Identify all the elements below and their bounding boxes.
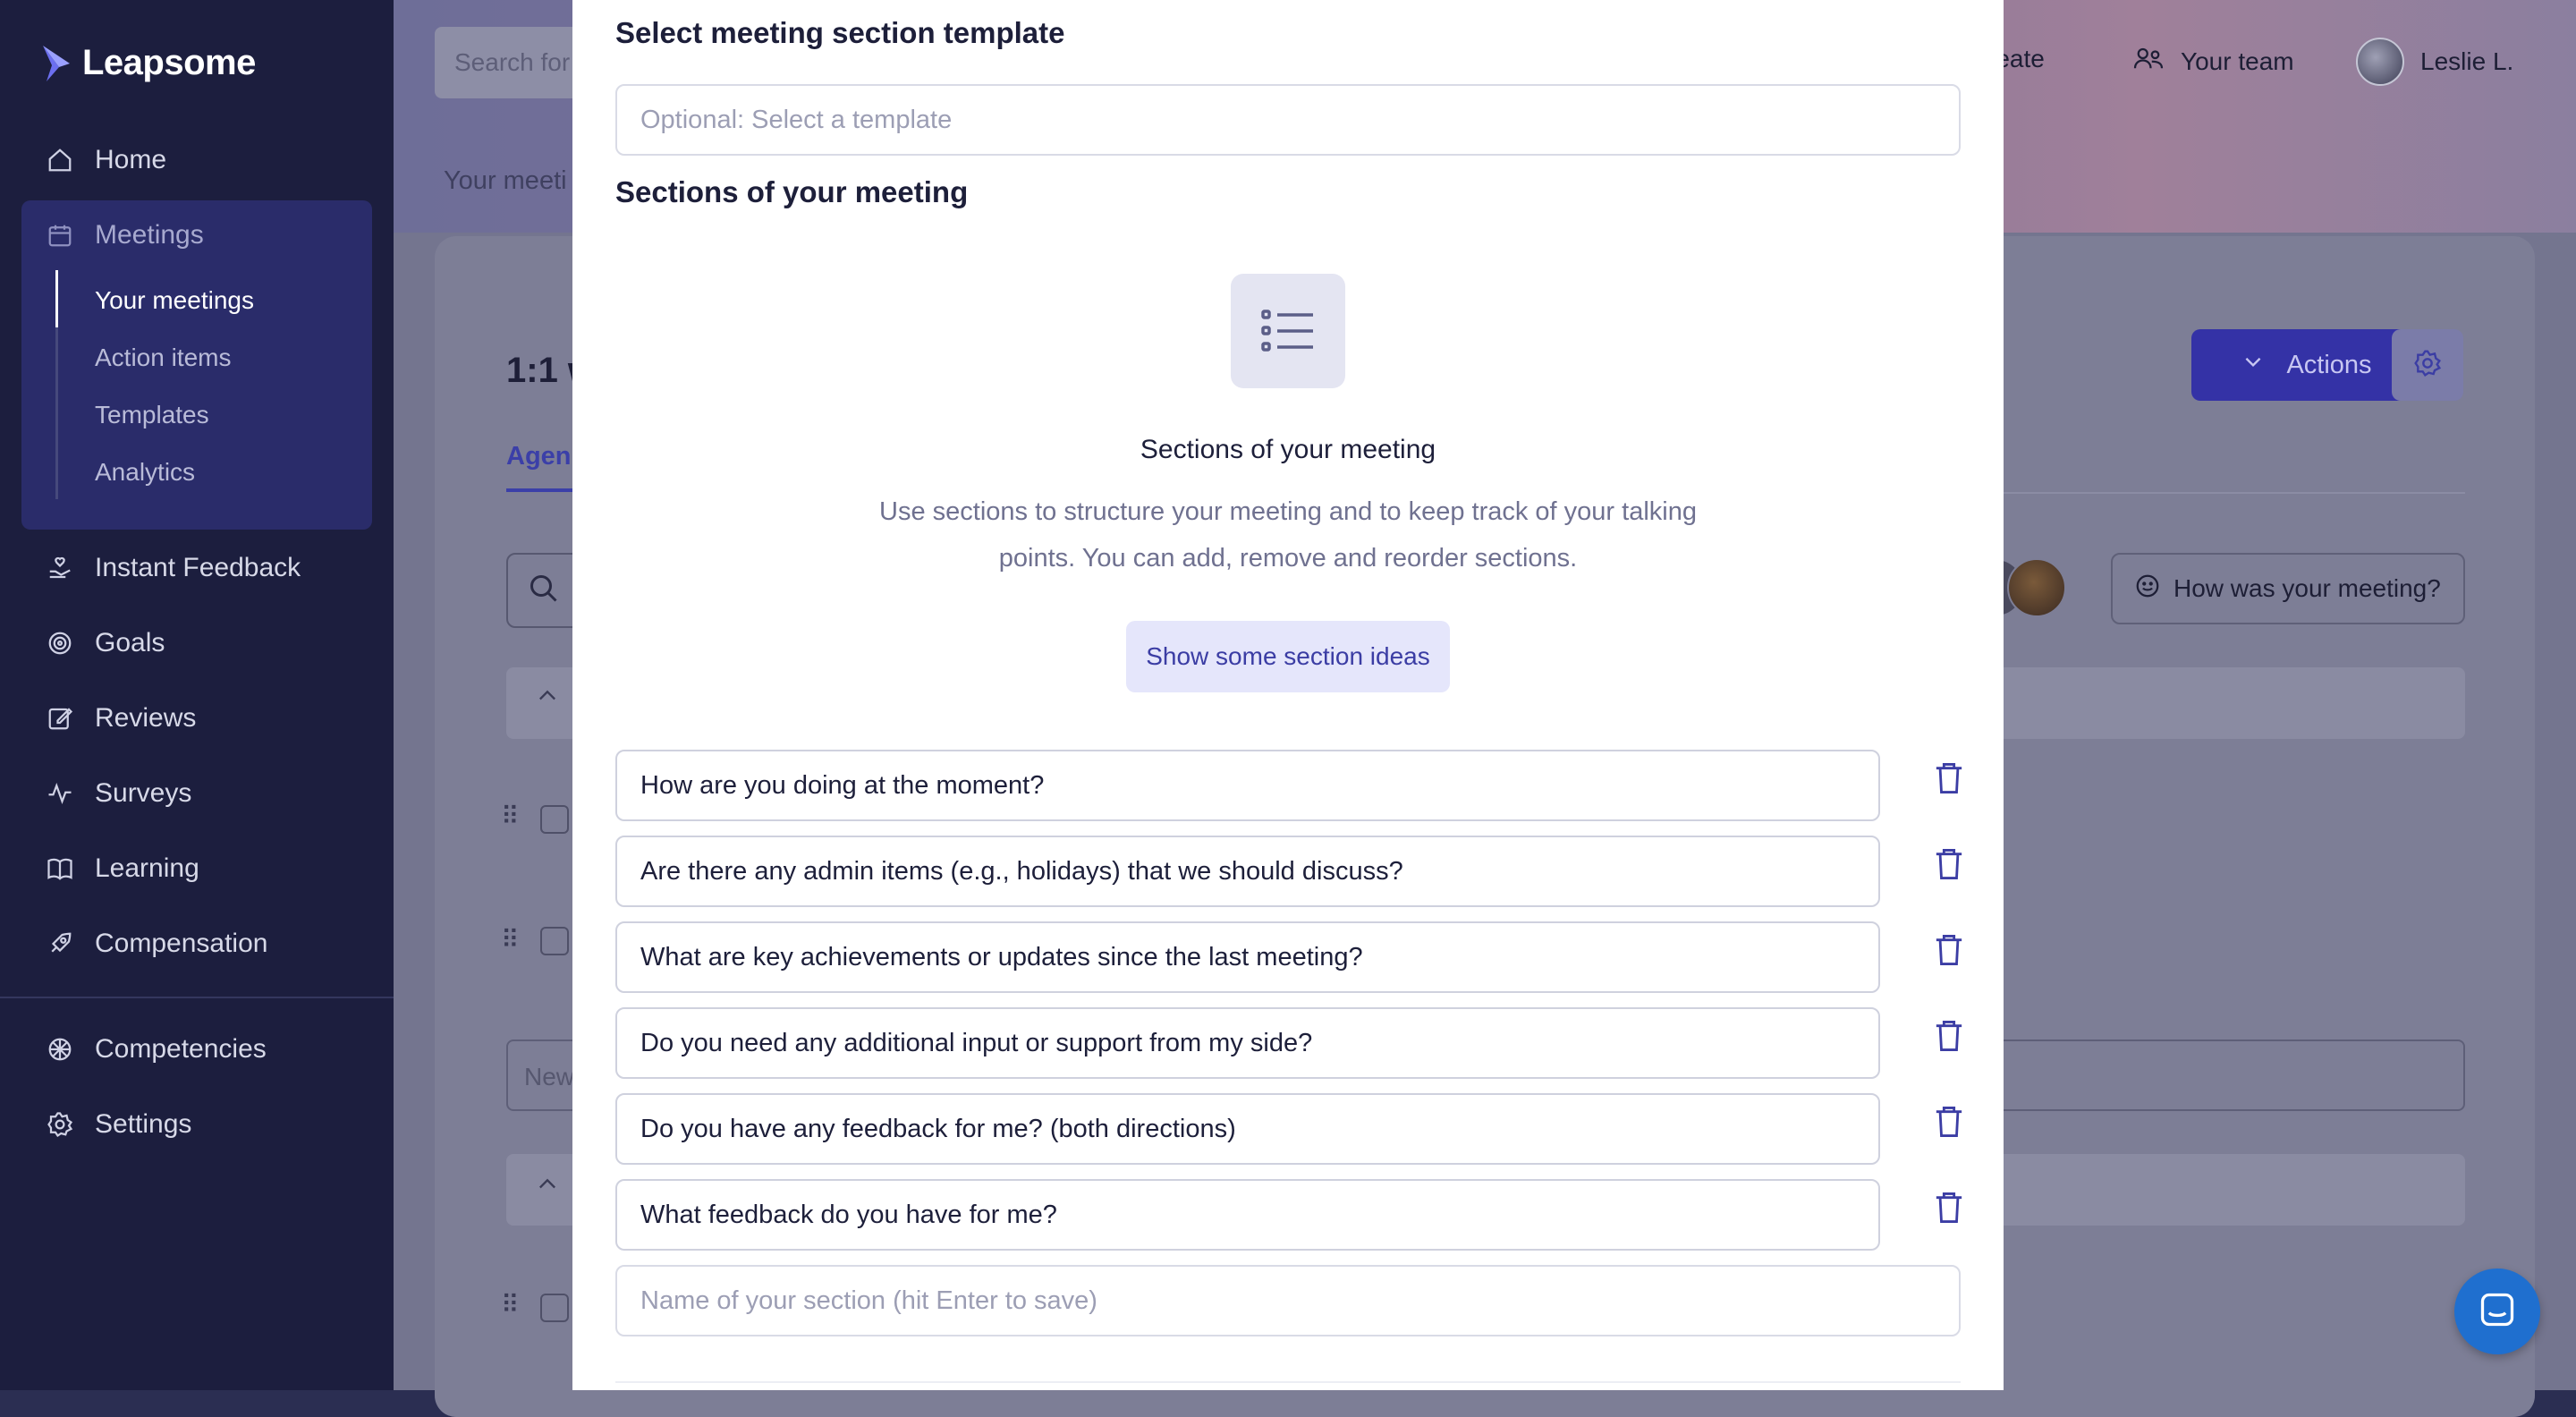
meeting-feedback-button[interactable]: How was your meeting? [2111, 553, 2465, 624]
sidebar-divider [0, 997, 394, 998]
chevron-down-icon [2241, 350, 2265, 380]
section-item-input[interactable]: What are key achievements or updates sin… [615, 921, 1880, 993]
sidebar-item-compensation[interactable]: Compensation [45, 929, 267, 959]
trash-icon[interactable] [1934, 1104, 1964, 1140]
avatar [2356, 38, 2404, 86]
smile-icon [2134, 573, 2161, 606]
list-icon [1231, 274, 1345, 388]
gear-icon [2413, 349, 2442, 382]
sidebar-item-instant-feedback[interactable]: Instant Feedback [45, 553, 301, 583]
activity-icon [45, 778, 75, 809]
actions-label: Actions [2286, 350, 2372, 379]
section-item-input[interactable]: What feedback do you have for me? [615, 1179, 1880, 1251]
sidebar-item-label: Instant Feedback [95, 553, 301, 582]
modal-footer-divider [615, 1381, 1961, 1383]
section-item-input[interactable]: Do you need any additional input or supp… [615, 1007, 1880, 1079]
sidebar-item-label: Meetings [95, 220, 204, 250]
header-divider [2004, 492, 2465, 494]
sidebar-item-settings[interactable]: Settings [45, 1109, 191, 1140]
drag-handle-icon[interactable]: ⠿ [501, 1290, 520, 1319]
tab-active-underline [506, 488, 578, 492]
hand-heart-icon [45, 553, 75, 583]
sidebar-item-meetings[interactable]: Meetings [45, 220, 204, 250]
your-team-button[interactable]: Your team [2132, 45, 2294, 78]
gear-icon [45, 1109, 75, 1140]
chat-launcher-button[interactable] [2454, 1269, 2540, 1354]
trash-icon[interactable] [1934, 1190, 1964, 1226]
sidebar-item-reviews[interactable]: Reviews [45, 703, 196, 734]
breadcrumb[interactable]: Your meeti [444, 166, 567, 196]
drag-handle-icon[interactable]: ⠿ [501, 925, 520, 955]
actions-button[interactable]: Actions [2191, 329, 2422, 401]
brand-logo[interactable]: Leapsome [39, 43, 256, 83]
template-label: Select meeting section template [615, 16, 1065, 49]
section-item-input[interactable]: Do you have any feedback for me? (both d… [615, 1093, 1880, 1165]
trash-icon[interactable] [1934, 846, 1964, 882]
agenda-item-checkbox[interactable] [540, 927, 569, 955]
team-label: Your team [2181, 47, 2294, 75]
sidebar-item-label: Settings [95, 1109, 192, 1139]
calendar-icon [45, 220, 75, 250]
sidebar-item-label: Learning [95, 853, 199, 883]
chevron-up-icon[interactable] [535, 683, 560, 715]
leapsome-logo-icon [39, 44, 75, 83]
sidebar-subitem-analytics[interactable]: Analytics [95, 458, 195, 487]
trash-icon[interactable] [1934, 1018, 1964, 1054]
sidebar-item-label: Home [95, 145, 167, 174]
team-icon [2132, 45, 2165, 78]
agenda-item-checkbox[interactable] [540, 1294, 569, 1322]
edit-icon [45, 703, 75, 734]
meeting-feedback-label: How was your meeting? [2174, 574, 2441, 602]
sidebar: Leapsome Home Meetings Your meetings Act… [0, 0, 394, 1390]
meeting-sections-modal: Select meeting section template Optional… [572, 0, 2004, 1390]
trash-icon[interactable] [1934, 932, 1964, 968]
sidebar-subitem-action-items[interactable]: Action items [95, 344, 232, 372]
book-icon [45, 853, 75, 884]
sidebar-item-label: Compensation [95, 929, 268, 958]
new-section-input[interactable]: Name of your section (hit Enter to save) [615, 1265, 1961, 1336]
chat-icon [2478, 1290, 2517, 1334]
target-icon [45, 628, 75, 658]
sidebar-item-label: Reviews [95, 703, 197, 733]
chevron-up-icon[interactable] [535, 1172, 560, 1203]
drag-handle-icon[interactable]: ⠿ [501, 802, 520, 831]
empty-state-description: Use sections to structure your meeting a… [879, 497, 1697, 573]
trash-icon[interactable] [1934, 760, 1964, 796]
search-icon [528, 573, 560, 609]
sidebar-item-home[interactable]: Home [45, 145, 166, 175]
user-name: Leslie L. [2420, 47, 2514, 75]
user-menu[interactable]: Leslie L. [2356, 38, 2513, 86]
agenda-item-checkbox[interactable] [540, 805, 569, 834]
tab-agenda[interactable]: Agen [506, 442, 572, 471]
sidebar-item-surveys[interactable]: Surveys [45, 778, 191, 809]
show-section-ideas-button[interactable]: Show some section ideas [1126, 621, 1450, 692]
sidebar-item-goals[interactable]: Goals [45, 628, 165, 658]
sidebar-subitem-your-meetings[interactable]: Your meetings [95, 286, 254, 315]
section-item-input[interactable]: How are you doing at the moment? [615, 750, 1880, 821]
sidebar-item-learning[interactable]: Learning [45, 853, 199, 884]
rocket-icon [45, 929, 75, 959]
sidebar-item-competencies[interactable]: Competencies [45, 1034, 267, 1065]
empty-state-title: Sections of your meeting [1140, 435, 1436, 464]
sections-label: Sections of your meeting [615, 175, 969, 208]
network-icon [45, 1034, 75, 1065]
avatar [2007, 558, 2066, 617]
sidebar-subitem-templates[interactable]: Templates [95, 401, 209, 429]
template-select[interactable]: Optional: Select a template [615, 84, 1961, 156]
brand-name: Leapsome [82, 43, 256, 82]
sidebar-item-label: Goals [95, 628, 165, 658]
meeting-settings-button[interactable] [2392, 329, 2463, 401]
section-item-input[interactable]: Are there any admin items (e.g., holiday… [615, 836, 1880, 907]
submenu-active-indicator [55, 270, 58, 327]
home-icon [45, 145, 75, 175]
sidebar-item-label: Surveys [95, 778, 192, 808]
sidebar-item-label: Competencies [95, 1034, 267, 1064]
